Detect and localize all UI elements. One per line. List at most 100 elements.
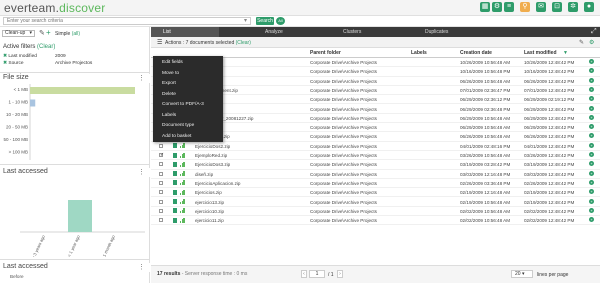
next-page-button[interactable]: › xyxy=(337,270,343,278)
file-name[interactable]: EjemploRed.zip xyxy=(195,153,305,158)
row-actions-icon[interactable]: + xyxy=(589,161,594,167)
page-input[interactable]: 1 xyxy=(309,270,325,278)
actions-menu-icon[interactable]: ☰ xyxy=(157,39,162,46)
tab-list[interactable]: List xyxy=(151,27,219,37)
row-checkbox[interactable] xyxy=(159,208,163,213)
row-checkbox[interactable] xyxy=(159,171,163,176)
file-name[interactable]: EjercicioAplicacion.zip xyxy=(195,181,305,186)
chat-icon[interactable]: ✉ xyxy=(536,2,546,12)
remove-filter-icon[interactable]: ✖ xyxy=(3,54,7,59)
file-name[interactable]: diseñ.zip xyxy=(195,172,305,177)
menu-delete[interactable]: Delete xyxy=(162,92,176,97)
row-actions-icon[interactable]: + xyxy=(589,133,594,139)
clear-selection-link[interactable]: (Clear) xyxy=(236,40,251,46)
col-creation-date[interactable]: Creation date xyxy=(460,50,492,56)
menu-document-type[interactable]: Document type xyxy=(162,123,194,128)
actions-bar: ☰ Actions : 7 documents selected (Clear)… xyxy=(151,37,600,48)
table-settings-icon[interactable]: ⚙ xyxy=(589,39,594,46)
table-row[interactable]: ejercicio13.zip Corporate Drive\Archive P… xyxy=(151,198,600,207)
search-dropdown-icon[interactable]: ▾ xyxy=(244,17,247,24)
file-size-menu-icon[interactable]: ⋮ xyxy=(138,74,145,82)
last-accessed-2-menu-icon[interactable]: ⋮ xyxy=(138,263,145,271)
tab-duplicates[interactable]: Duplicates xyxy=(413,27,473,37)
menu-labels[interactable]: Labels xyxy=(162,113,176,118)
row-actions-icon[interactable]: + xyxy=(589,207,594,213)
edit-columns-icon[interactable]: ✎ xyxy=(579,39,584,46)
row-actions-icon[interactable]: + xyxy=(589,170,594,176)
parent-folder: Corporate Drive\Archive Projects xyxy=(310,97,377,103)
search-button[interactable]: Search xyxy=(256,17,274,25)
row-actions-icon[interactable]: + xyxy=(589,142,594,148)
actions-button[interactable]: Actions : 7 documents selected (Clear) xyxy=(165,40,251,46)
row-actions-icon[interactable]: + xyxy=(589,59,594,64)
view-select[interactable]: Clean-up ▾ xyxy=(2,30,35,37)
tab-analyze[interactable]: Analyze xyxy=(253,27,313,37)
row-actions-icon[interactable]: + xyxy=(589,114,594,120)
menu-add-to-basket[interactable]: Add to basket xyxy=(162,134,191,139)
row-actions-icon[interactable]: + xyxy=(589,86,594,92)
row-checkbox[interactable]: ✓ xyxy=(159,152,164,158)
file-name[interactable]: ejercicio13.zip xyxy=(195,200,305,205)
left-panel: Clean-up ▾ ✎ + Simple (all) Active filter… xyxy=(0,27,150,283)
table-row[interactable]: EjercicioDos3.zip Corporate Drive\Archive… xyxy=(151,160,600,170)
bars-icon[interactable]: ≡ xyxy=(504,2,514,12)
file-name[interactable]: Ejercicios.zip xyxy=(195,190,305,195)
grid-icon[interactable]: ▦ xyxy=(480,2,490,12)
table-row[interactable]: ✓ EjemploRed.zip Corporate Drive\Archive P… xyxy=(151,151,600,161)
file-name[interactable]: ejercicio10.zip xyxy=(195,209,305,214)
add-icon[interactable]: + xyxy=(46,28,51,37)
table-row[interactable]: ejercicio10.zip Corporate Drive\Archive P… xyxy=(151,207,600,217)
network-icon[interactable]: ⚙ xyxy=(492,2,502,12)
row-actions-icon[interactable]: + xyxy=(589,105,594,111)
row-actions-icon[interactable]: + xyxy=(589,77,594,83)
menu-edit-fields[interactable]: Edit fields xyxy=(162,60,183,65)
prev-page-button[interactable]: ‹ xyxy=(301,270,307,278)
menu-move-to[interactable]: Move to xyxy=(162,71,179,76)
settings-icon[interactable]: ✲ xyxy=(568,2,578,12)
basket-icon[interactable]: ⊡ xyxy=(552,2,562,12)
edit-icon[interactable]: ✎ xyxy=(39,29,45,37)
col-labels[interactable]: Labels xyxy=(411,50,427,56)
creation-date: 06/26/2009 10:56:48 AM xyxy=(460,134,511,140)
row-checkbox[interactable] xyxy=(159,143,163,148)
table-row[interactable]: Ejercicios.zip Corporate Drive\Archive Pr… xyxy=(151,188,600,198)
col-parent-folder[interactable]: Parent folder xyxy=(310,50,341,56)
row-actions-icon[interactable]: + xyxy=(589,179,594,185)
table-row[interactable]: EjercicioAplicacion.zip Corporate Drive\A… xyxy=(151,179,600,189)
search-input[interactable] xyxy=(3,17,251,25)
row-actions-icon[interactable]: + xyxy=(589,198,594,204)
col-last-modified[interactable]: Last modified xyxy=(524,50,557,56)
row-checkbox[interactable] xyxy=(159,162,163,167)
menu-convert-pdfa[interactable]: Convert to PDF/A-3 xyxy=(162,102,204,107)
last-accessed-menu-icon[interactable]: ⋮ xyxy=(138,168,145,176)
row-actions-icon[interactable]: + xyxy=(589,96,594,102)
user-icon[interactable]: ● xyxy=(584,2,594,12)
file-name[interactable]: EjercicioDos3.zip xyxy=(195,162,305,167)
scope-badge[interactable]: All xyxy=(276,17,285,25)
clear-filters-link[interactable]: (Clear) xyxy=(37,44,55,50)
creation-date: 07/01/2009 02:36:47 PM xyxy=(460,87,511,93)
expand-icon[interactable]: ⤢ xyxy=(591,28,597,36)
file-name[interactable]: EjercicioDos2.zip xyxy=(195,144,305,149)
per-page-select[interactable]: 20 ▾ xyxy=(511,270,533,278)
remove-filter-icon[interactable]: ✖ xyxy=(3,61,7,66)
row-actions-icon[interactable]: + xyxy=(589,124,594,130)
search-icon[interactable]: ⚲ xyxy=(520,2,530,12)
row-actions-icon[interactable]: + xyxy=(589,189,594,195)
simple-toggle[interactable]: Simple (all) xyxy=(55,31,80,37)
file-name[interactable]: ejercicio11.zip xyxy=(195,218,305,223)
menu-export[interactable]: Export xyxy=(162,81,176,86)
table-row[interactable]: ejercicio11.zip Corporate Drive\Archive P… xyxy=(151,216,600,226)
row-checkbox[interactable] xyxy=(159,199,163,204)
row-checkbox[interactable] xyxy=(159,190,163,195)
row-actions-icon[interactable]: + xyxy=(589,68,594,74)
row-checkbox[interactable] xyxy=(159,180,163,185)
row-checkbox[interactable] xyxy=(159,218,163,223)
table-row[interactable]: diseñ.zip Corporate Drive\Archive Project… xyxy=(151,170,600,179)
table-row[interactable]: EjercicioDos2.zip Corporate Drive\Archive… xyxy=(151,142,600,151)
last-accessed-bar xyxy=(68,200,92,232)
row-actions-icon[interactable]: + xyxy=(589,217,594,223)
row-actions-icon[interactable]: + xyxy=(589,152,594,157)
file-size-tick-label: 10 - 20 MB xyxy=(6,112,28,117)
tab-clusters[interactable]: Clusters xyxy=(331,27,391,37)
